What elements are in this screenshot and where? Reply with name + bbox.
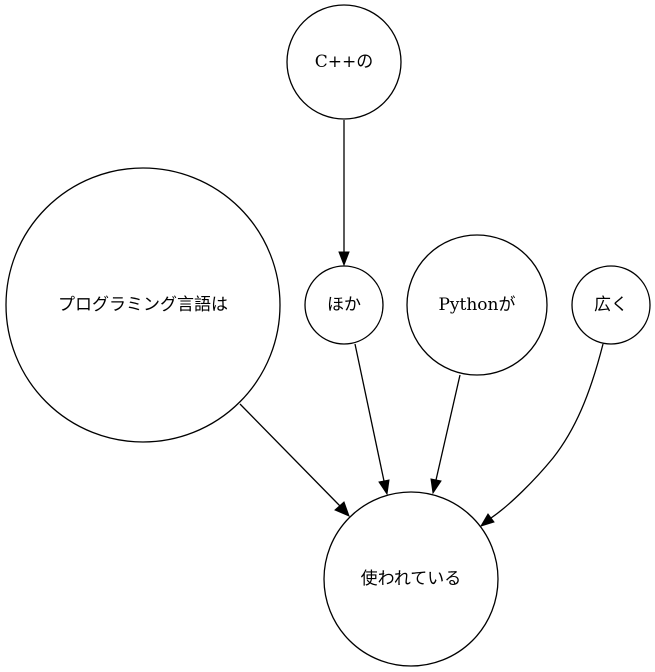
arrowhead: [430, 478, 442, 495]
node-tsukawarete: 使われている: [323, 491, 499, 667]
edge-programming-to-tsukawarete: [239, 403, 350, 517]
edge-hoka-to-tsukawarete: [354, 343, 390, 496]
arrowhead: [378, 479, 390, 496]
edge-python-to-tsukawarete: [430, 374, 461, 495]
dependency-graph: C++の ほか プログラミング言語は Pythonが 広く 使われている: [5, 4, 651, 667]
node-hiroku: 広く: [571, 265, 651, 345]
edge-cpp-to-hoka: [338, 120, 350, 267]
node-label: プログラミング言語は: [58, 295, 228, 315]
node-python: Pythonが: [406, 234, 548, 376]
arrowhead: [479, 513, 495, 527]
node-label: Pythonが: [438, 295, 515, 315]
node-label: C++の: [315, 52, 374, 72]
node-label: 使われている: [361, 568, 462, 589]
arrowhead: [334, 501, 350, 517]
node-label: ほか: [327, 295, 361, 315]
node-programming: プログラミング言語は: [5, 167, 281, 443]
node-label: 広く: [594, 295, 628, 315]
arrowhead: [338, 251, 350, 267]
node-hoka: ほか: [304, 265, 384, 345]
node-cpp: C++の: [286, 4, 402, 120]
